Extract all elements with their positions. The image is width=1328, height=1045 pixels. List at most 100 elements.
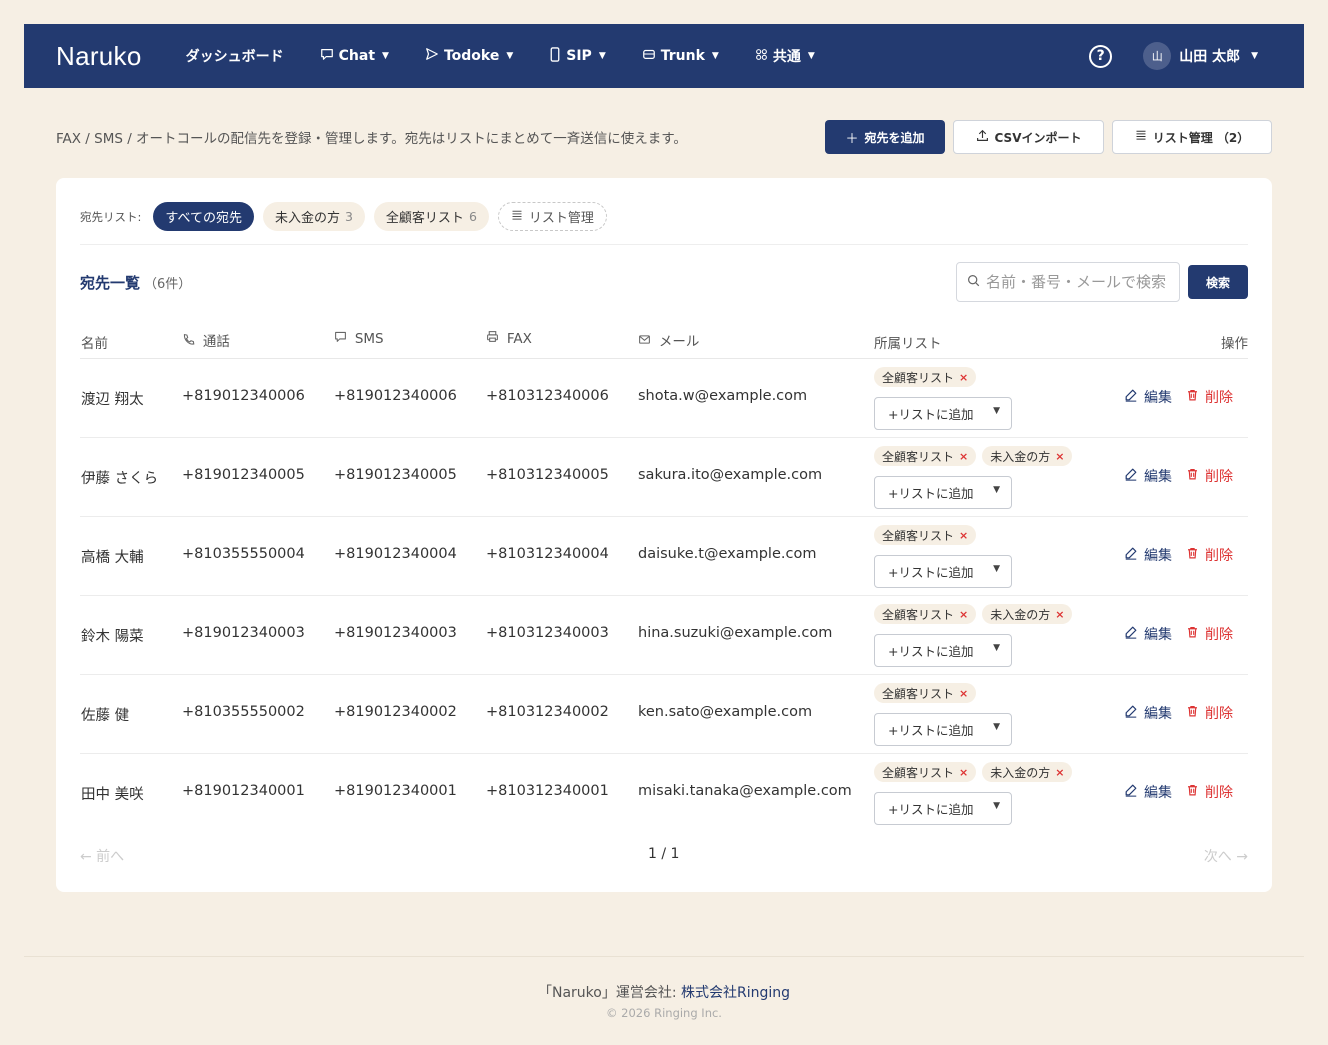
list-tag-label: 未入金の方	[990, 607, 1051, 622]
remove-tag-icon[interactable]: ×	[959, 371, 968, 384]
add-to-list-label: +リストに追加	[888, 565, 974, 580]
edit-icon	[1124, 783, 1138, 801]
list-icon	[1135, 129, 1147, 145]
nav-trunk[interactable]: Trunk ▼	[642, 47, 719, 65]
cell-fax: +810312340002	[486, 704, 609, 720]
top-navbar: Naruko ダッシュボード Chat ▼ Todoke ▼ SIP ▼ Tru…	[24, 24, 1304, 88]
col-sms: SMS	[334, 330, 384, 347]
remove-tag-icon[interactable]: ×	[1055, 608, 1064, 621]
chevron-down-icon: ▼	[993, 801, 1000, 811]
nav-trunk-label: Trunk	[660, 48, 705, 64]
user-name[interactable]: 山田 太郎	[1179, 46, 1240, 66]
cell-fax: +810312340001	[486, 783, 609, 799]
footer-prefix: 「Naruko」運営会社:	[537, 985, 677, 1001]
nav-sip[interactable]: SIP ▼	[549, 46, 606, 66]
search-input[interactable]	[986, 273, 1166, 291]
add-to-list-label: +リストに追加	[888, 723, 974, 738]
cell-mail: hina.suzuki@example.com	[638, 625, 833, 641]
filter-chip-all[interactable]: すべての宛先	[153, 202, 254, 231]
cell-fax: +810312340005	[486, 467, 609, 483]
edit-button[interactable]: 編集	[1124, 387, 1172, 407]
delete-button[interactable]: 削除	[1186, 387, 1233, 407]
footer-divider	[24, 956, 1304, 957]
cell-mail: misaki.tanaka@example.com	[638, 783, 852, 799]
chevron-down-icon[interactable]: ▼	[1251, 51, 1258, 61]
cell-call: +810355550004	[182, 546, 305, 562]
cell-call: +819012340001	[182, 783, 305, 799]
help-icon[interactable]: ?	[1089, 44, 1113, 68]
remove-tag-icon[interactable]: ×	[959, 529, 968, 542]
remove-tag-icon[interactable]: ×	[959, 687, 968, 700]
cell-mail: daisuke.t@example.com	[638, 546, 817, 562]
table-row: 渡辺 翔太 +819012340006 +819012340006 +81031234…	[80, 359, 1248, 438]
filter-chip-all-customers[interactable]: 全顧客リスト 6	[373, 202, 489, 231]
nav-common[interactable]: 共通 ▼	[755, 46, 815, 66]
footer: 「Naruko」運営会社: 株式会社Ringing	[0, 982, 1328, 1002]
list-title-text: 宛先一覧	[80, 274, 141, 292]
brand-logo[interactable]: Naruko	[56, 41, 142, 72]
edit-button[interactable]: 編集	[1124, 782, 1172, 802]
prev-page-button[interactable]: ← 前へ	[80, 846, 124, 866]
delete-button[interactable]: 削除	[1186, 466, 1233, 486]
add-to-list-select[interactable]: +リストに追加 ▼	[874, 634, 1012, 667]
remove-tag-icon[interactable]: ×	[959, 766, 968, 779]
copyright: © 2026 Ringing Inc.	[606, 1006, 722, 1020]
add-to-list-select[interactable]: +リストに追加 ▼	[874, 792, 1012, 825]
list-count: （6件）	[144, 277, 192, 292]
filter-manage-chip[interactable]: リスト管理	[497, 202, 607, 231]
cell-lists: 全顧客リスト × 未入金の方 × +リストに追加 ▼	[874, 604, 1114, 667]
cell-call: +810355550002	[182, 704, 305, 720]
list-manage-label: リスト管理 （2）	[1152, 130, 1250, 145]
delete-button[interactable]: 削除	[1186, 703, 1233, 723]
list-tag: 全顧客リスト ×	[874, 525, 977, 545]
nav-chat[interactable]: Chat ▼	[320, 47, 389, 65]
recipients-card: 宛先リスト: すべての宛先 未入金の方 3 全顧客リスト 6 リスト管理 宛先一…	[56, 178, 1272, 892]
remove-tag-icon[interactable]: ×	[1055, 766, 1064, 779]
cell-actions: 編集 削除	[1124, 545, 1233, 565]
add-to-list-select[interactable]: +リストに追加 ▼	[874, 555, 1012, 588]
list-icon	[511, 209, 523, 225]
send-icon	[425, 47, 439, 65]
cell-mail: sakura.ito@example.com	[638, 467, 823, 483]
list-tags: 全顧客リスト ×	[874, 683, 1114, 703]
edit-button[interactable]: 編集	[1124, 624, 1172, 644]
nav-chat-label: Chat	[338, 48, 376, 64]
avatar[interactable]: 山	[1143, 42, 1172, 70]
next-page-button[interactable]: 次へ →	[1204, 846, 1248, 866]
list-manage-button[interactable]: リスト管理 （2）	[1112, 120, 1272, 154]
cell-actions: 編集 削除	[1124, 782, 1233, 802]
filter-chip-unpaid[interactable]: 未入金の方 3	[262, 202, 365, 231]
company-link[interactable]: 株式会社Ringing	[681, 985, 790, 1001]
remove-tag-icon[interactable]: ×	[959, 608, 968, 621]
remove-tag-icon[interactable]: ×	[1055, 450, 1064, 463]
add-to-list-select[interactable]: +リストに追加 ▼	[874, 713, 1012, 746]
col-fax-label: FAX	[506, 331, 532, 347]
edit-button[interactable]: 編集	[1124, 703, 1172, 723]
add-to-list-label: +リストに追加	[888, 407, 974, 422]
edit-button[interactable]: 編集	[1124, 466, 1172, 486]
list-tag-label: 全顧客リスト	[882, 449, 955, 464]
col-mail: メール	[638, 330, 699, 350]
edit-label: 編集	[1144, 706, 1172, 722]
cell-call: +819012340006	[182, 388, 305, 404]
add-to-list-select[interactable]: +リストに追加 ▼	[874, 476, 1012, 509]
add-to-list-select[interactable]: +リストに追加 ▼	[874, 397, 1012, 430]
add-recipient-button[interactable]: ＋ 宛先を追加	[825, 120, 945, 154]
trash-icon	[1186, 546, 1199, 564]
add-to-list-label: +リストに追加	[888, 644, 974, 659]
col-mail-label: メール	[658, 334, 700, 350]
list-tag-label: 全顧客リスト	[882, 607, 955, 622]
chevron-down-icon: ▼	[711, 51, 719, 61]
edit-icon	[1124, 546, 1138, 564]
nav-dashboard[interactable]: ダッシュボード	[186, 46, 284, 66]
table-row: 伊藤 さくら +819012340005 +819012340005 +8103123…	[80, 438, 1248, 517]
edit-button[interactable]: 編集	[1124, 545, 1172, 565]
delete-button[interactable]: 削除	[1186, 782, 1233, 802]
delete-button[interactable]: 削除	[1186, 545, 1233, 565]
delete-label: 削除	[1205, 785, 1233, 801]
search-button[interactable]: 検索	[1188, 265, 1248, 299]
nav-todoke[interactable]: Todoke ▼	[425, 47, 513, 65]
csv-import-button[interactable]: CSVインポート	[953, 120, 1104, 154]
delete-button[interactable]: 削除	[1186, 624, 1233, 644]
remove-tag-icon[interactable]: ×	[959, 450, 968, 463]
